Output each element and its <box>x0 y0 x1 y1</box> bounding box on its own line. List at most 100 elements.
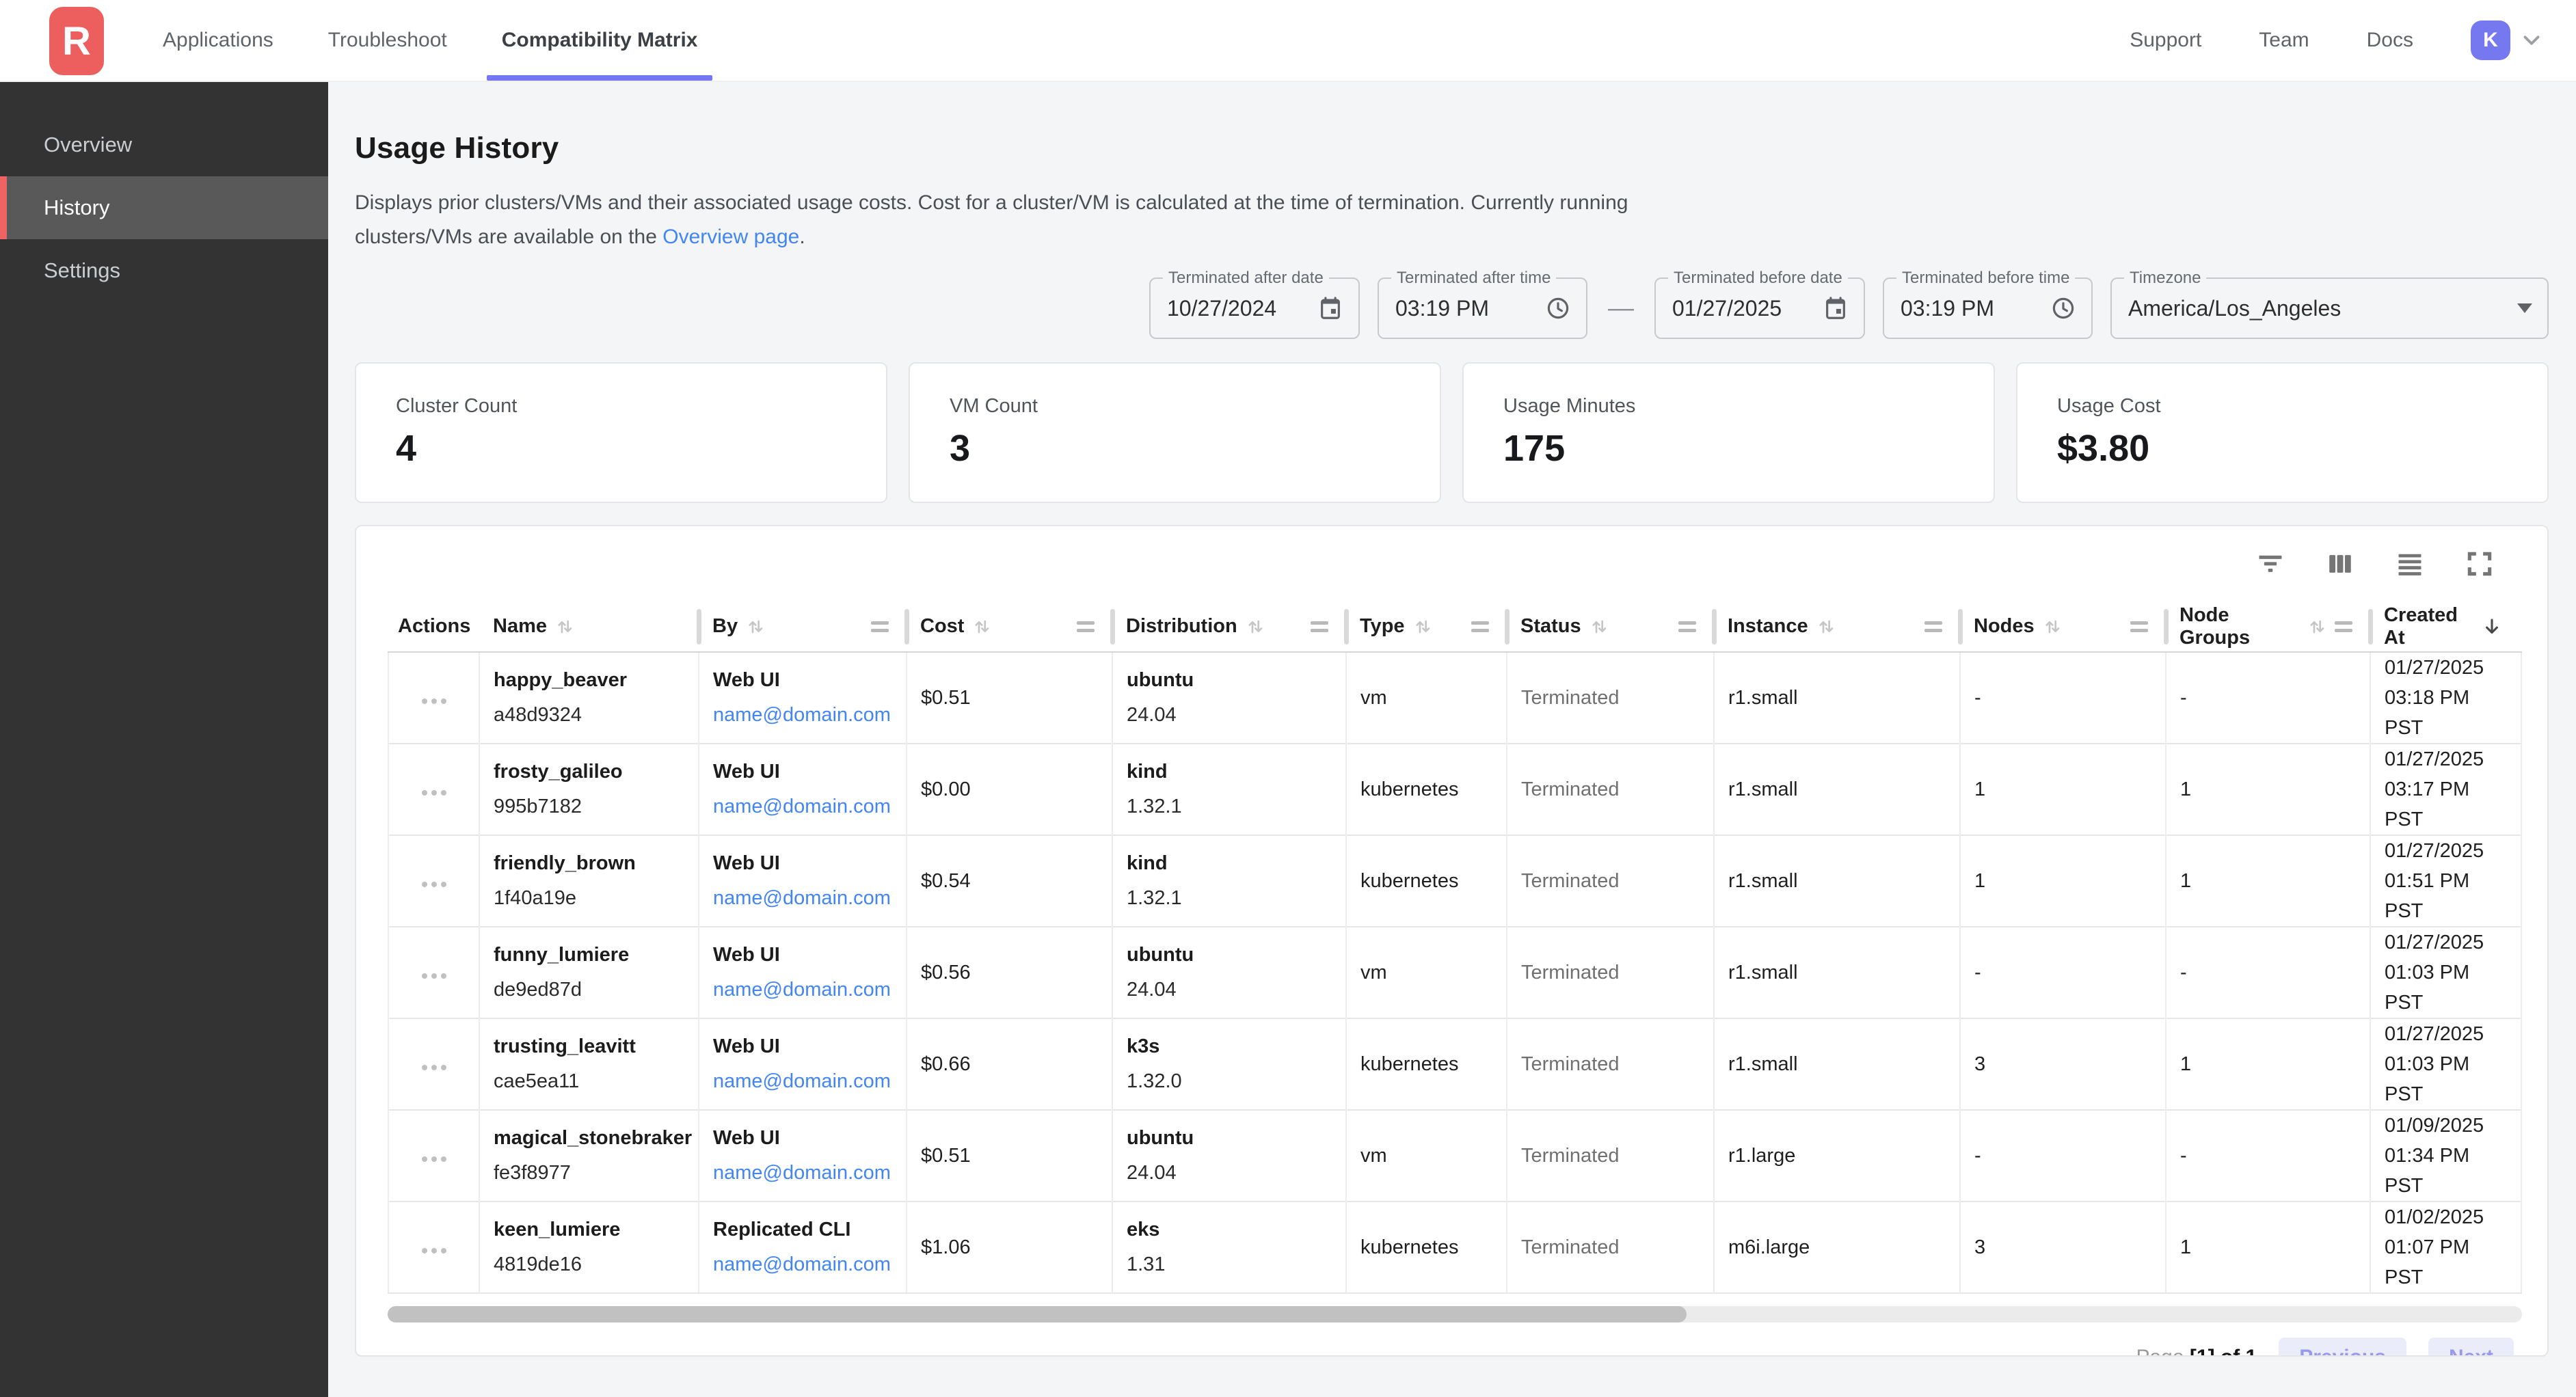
col-header-name[interactable]: Name <box>479 601 699 652</box>
name-cell: keen_lumiere4819de16 <box>479 1202 699 1293</box>
next-page-button[interactable]: Next <box>2428 1338 2514 1357</box>
table-row: frosty_galileo995b7182 Web UIname@domain… <box>388 744 2521 835</box>
sidebar-item-settings[interactable]: Settings <box>0 239 328 302</box>
row-actions-button[interactable] <box>422 1248 446 1253</box>
clock-icon[interactable] <box>1545 295 1571 321</box>
cluster-id: a48d9324 <box>494 704 690 727</box>
created-date: 01/02/2025 <box>2385 1202 2512 1232</box>
column-menu-icon[interactable] <box>2335 621 2352 632</box>
col-header-node-groups[interactable]: Node Groups <box>2166 601 2370 652</box>
status-cell: Terminated <box>1507 744 1714 835</box>
col-label: Node Groups <box>2179 604 2299 649</box>
node-groups-cell: 1 <box>2166 1202 2370 1293</box>
instance-cell: r1.small <box>1714 652 1960 744</box>
column-menu-icon[interactable] <box>1311 621 1328 632</box>
calendar-icon[interactable] <box>1317 295 1343 321</box>
terminated-after-date-field[interactable]: Terminated after date 10/27/2024 <box>1149 277 1360 339</box>
nav-item-troubleshoot[interactable]: Troubleshoot <box>301 0 474 81</box>
cluster-name: friendly_brown <box>494 852 690 875</box>
previous-page-button[interactable]: Previous <box>2279 1338 2406 1357</box>
sidebar-item-history[interactable]: History <box>0 176 328 239</box>
page-description: Displays prior clusters/VMs and their as… <box>355 186 2549 254</box>
sort-icon[interactable] <box>2041 616 2063 638</box>
nodes-cell: - <box>1960 652 2166 744</box>
stat-value: 175 <box>1503 427 1954 470</box>
col-label: Name <box>493 615 547 638</box>
clock-icon[interactable] <box>2050 295 2076 321</box>
col-header-cost[interactable]: Cost <box>907 601 1112 652</box>
fullscreen-icon[interactable] <box>2465 549 2495 579</box>
node-groups-cell: - <box>2166 927 2370 1018</box>
row-actions-button[interactable] <box>422 1156 446 1162</box>
col-header-status[interactable]: Status <box>1507 601 1714 652</box>
email-link[interactable]: name@domain.com <box>713 796 891 817</box>
col-header-instance[interactable]: Instance <box>1714 601 1960 652</box>
row-actions-button[interactable] <box>422 698 446 704</box>
email-link[interactable]: name@domain.com <box>713 704 891 726</box>
sort-icon[interactable] <box>744 616 766 638</box>
sort-icon[interactable] <box>1412 616 1434 638</box>
column-menu-icon[interactable] <box>1077 621 1095 632</box>
sidebar-item-overview[interactable]: Overview <box>0 113 328 176</box>
table-row: friendly_brown1f40a19e Web UIname@domain… <box>388 835 2521 927</box>
row-actions-button[interactable] <box>422 1065 446 1070</box>
col-header-nodes[interactable]: Nodes <box>1960 601 2166 652</box>
app-root: R Applications Troubleshoot Compatibilit… <box>0 0 2576 1397</box>
email-link[interactable]: name@domain.com <box>713 1162 891 1184</box>
filter-icon[interactable] <box>2255 549 2285 579</box>
row-actions-button[interactable] <box>422 790 446 796</box>
row-actions-button[interactable] <box>422 882 446 887</box>
col-label: Created At <box>2384 604 2473 649</box>
scrollbar-thumb[interactable] <box>388 1306 1687 1323</box>
col-header-distribution[interactable]: Distribution <box>1112 601 1346 652</box>
terminated-before-time-field[interactable]: Terminated before time 03:19 PM <box>1883 277 2093 339</box>
sort-icon[interactable] <box>554 616 576 638</box>
node-groups-cell: 1 <box>2166 835 2370 927</box>
sort-icon[interactable] <box>971 616 993 638</box>
actions-cell <box>388 1110 479 1202</box>
column-menu-icon[interactable] <box>2130 621 2148 632</box>
description-line-2-text: clusters/VMs are available on the <box>355 226 662 248</box>
column-menu-icon[interactable] <box>1924 621 1942 632</box>
row-actions-button[interactable] <box>422 973 446 979</box>
account-menu-button[interactable]: K <box>2471 21 2545 60</box>
sort-icon[interactable] <box>1815 616 1837 638</box>
main-content: Usage History Displays prior clusters/VM… <box>328 82 2576 1397</box>
instance-cell: r1.small <box>1714 744 1960 835</box>
density-icon[interactable] <box>2395 549 2425 579</box>
sort-icon[interactable] <box>1244 616 1266 638</box>
calendar-icon[interactable] <box>1823 295 1849 321</box>
distribution-cell: kind1.32.1 <box>1112 744 1346 835</box>
terminated-before-date-field[interactable]: Terminated before date 01/27/2025 <box>1654 277 1865 339</box>
email-link[interactable]: name@domain.com <box>713 1070 891 1092</box>
col-header-by[interactable]: By <box>699 601 907 652</box>
created-date: 01/27/2025 <box>2385 1019 2512 1049</box>
column-menu-icon[interactable] <box>1678 621 1696 632</box>
overview-page-link[interactable]: Overview page <box>662 226 799 248</box>
created-by-source: Web UI <box>713 669 898 692</box>
col-header-created-at[interactable]: Created At <box>2370 601 2521 652</box>
stat-card-usage-cost: Usage Cost $3.80 <box>2016 362 2549 503</box>
terminated-after-time-field[interactable]: Terminated after time 03:19 PM <box>1378 277 1587 339</box>
sort-icon[interactable] <box>1588 616 1610 638</box>
nav-link-docs[interactable]: Docs <box>2367 29 2413 52</box>
timezone-select[interactable]: Timezone America/Los_Angeles <box>2110 277 2549 339</box>
distribution-version: 1.32.1 <box>1127 796 1337 818</box>
replicated-logo[interactable]: R <box>49 7 104 75</box>
name-cell: funny_lumierede9ed87d <box>479 927 699 1018</box>
email-link[interactable]: name@domain.com <box>713 887 891 909</box>
column-menu-icon[interactable] <box>871 621 889 632</box>
email-link[interactable]: name@domain.com <box>713 979 891 1001</box>
nav-item-compatibility-matrix[interactable]: Compatibility Matrix <box>474 0 725 81</box>
sort-desc-icon[interactable] <box>2480 615 2504 638</box>
email-link[interactable]: name@domain.com <box>713 1253 891 1275</box>
distribution-cell: eks1.31 <box>1112 1202 1346 1293</box>
nodes-cell: - <box>1960 927 2166 1018</box>
columns-icon[interactable] <box>2325 549 2355 579</box>
sort-icon[interactable] <box>2306 616 2328 638</box>
nav-item-applications[interactable]: Applications <box>135 0 301 81</box>
nav-link-support[interactable]: Support <box>2130 29 2201 52</box>
nav-link-team[interactable]: Team <box>2259 29 2309 52</box>
column-menu-icon[interactable] <box>1471 621 1489 632</box>
col-header-type[interactable]: Type <box>1346 601 1507 652</box>
